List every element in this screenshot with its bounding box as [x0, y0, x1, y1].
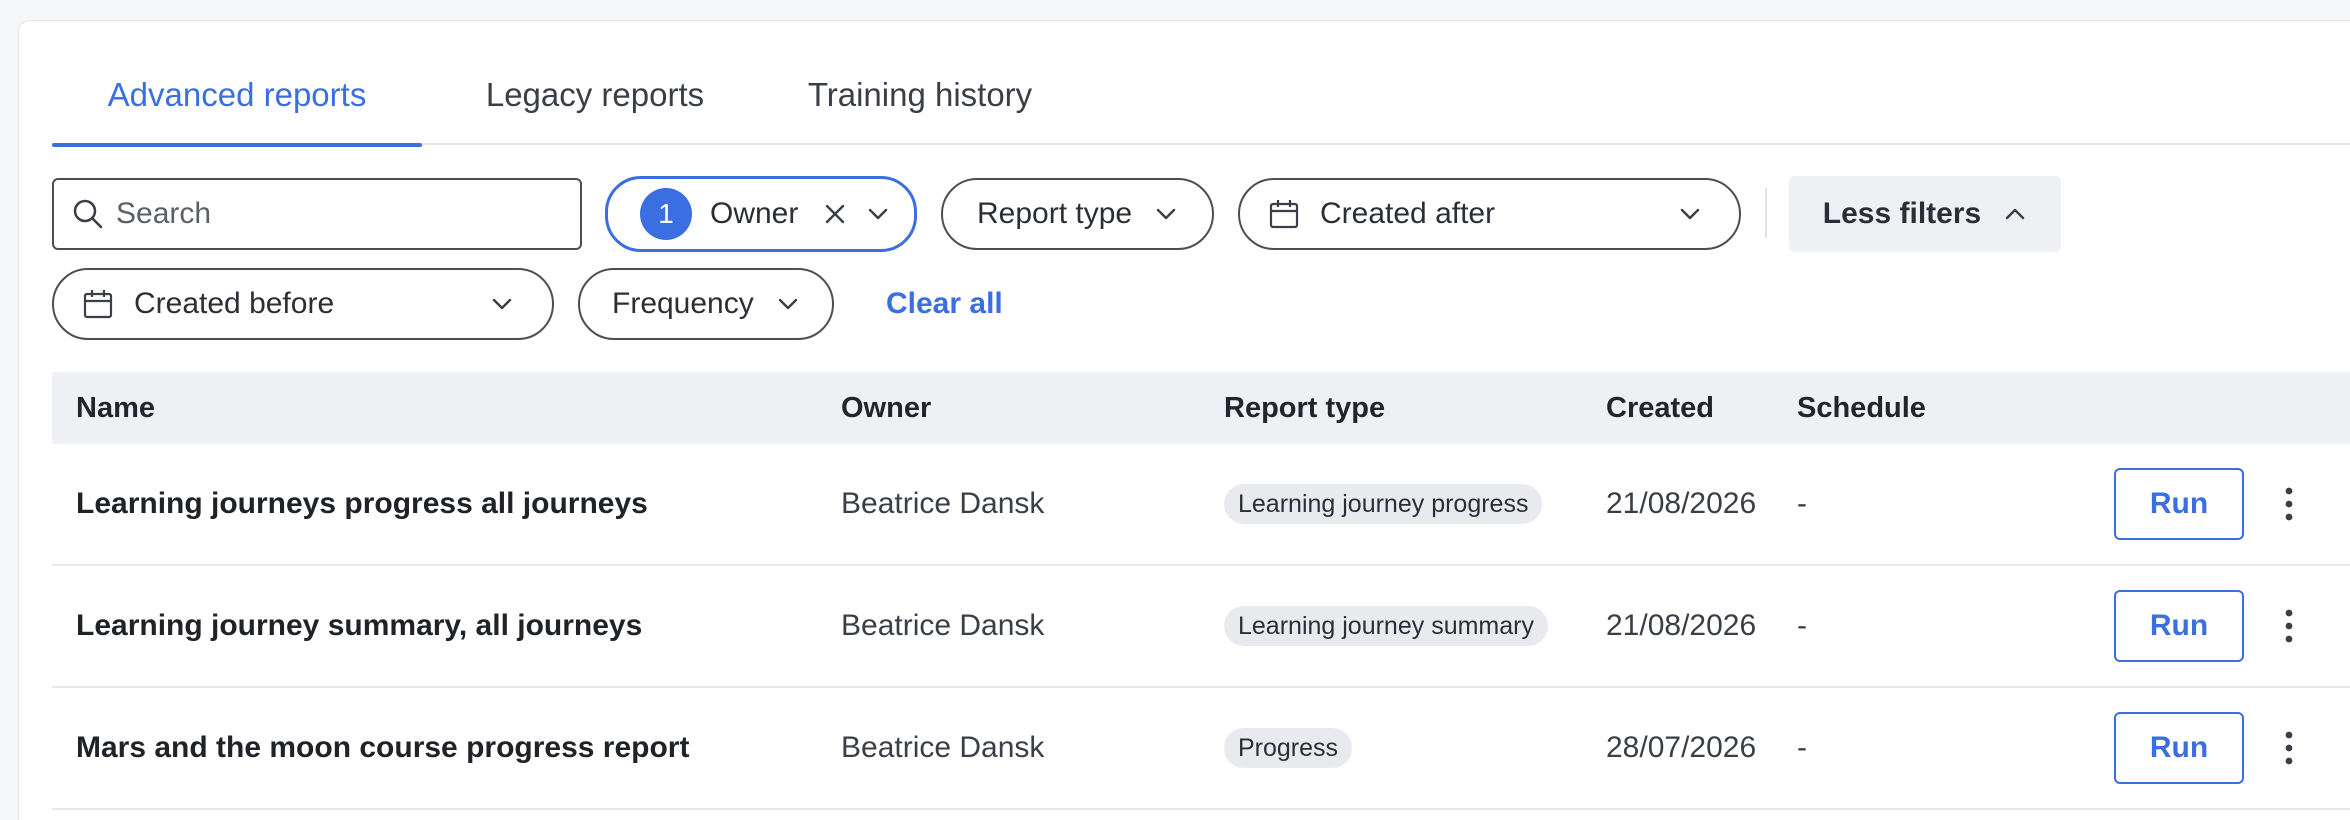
- report-created-date: 21/08/2026: [1606, 609, 1757, 642]
- report-schedule: -: [1797, 609, 1807, 642]
- clear-owner-filter-icon[interactable]: [824, 203, 846, 225]
- owner-filter[interactable]: 1 Owner: [605, 176, 917, 252]
- chevron-up-icon: [2003, 202, 2027, 226]
- search-input[interactable]: [116, 197, 556, 231]
- report-name[interactable]: Learning journeys progress all journeys: [76, 444, 648, 564]
- report-owner: Beatrice Dansk: [841, 731, 1045, 764]
- column-header-report-type[interactable]: Report type: [1224, 372, 1385, 444]
- chevron-down-icon: [866, 202, 890, 226]
- report-created-date: 21/08/2026: [1606, 487, 1757, 520]
- table-row: Learning journeys progress all journeys …: [52, 444, 2350, 566]
- report-type-tag: Learning journey progress: [1224, 484, 1543, 524]
- report-type-filter-label: Report type: [977, 197, 1133, 230]
- created-before-filter[interactable]: Created before: [52, 268, 554, 340]
- run-button[interactable]: Run: [2114, 590, 2244, 662]
- less-filters-button[interactable]: Less filters: [1789, 176, 2061, 252]
- column-header-owner[interactable]: Owner: [841, 372, 931, 444]
- report-type-filter[interactable]: Report type: [941, 178, 1214, 250]
- report-tabs: Advanced reports Legacy reports Training…: [52, 60, 2350, 147]
- report-name[interactable]: Learning journey summary, all journeys: [76, 566, 642, 686]
- table-row: Mars and the moon course progress report…: [52, 688, 2350, 810]
- report-owner: Beatrice Dansk: [841, 609, 1045, 642]
- created-after-filter-label: Created after: [1320, 197, 1496, 230]
- column-header-created[interactable]: Created: [1606, 372, 1714, 444]
- owner-filter-label: Owner: [710, 197, 799, 230]
- report-name[interactable]: Mars and the moon course progress report: [76, 688, 689, 808]
- calendar-icon: [82, 288, 114, 320]
- tab-advanced-reports[interactable]: Advanced reports: [52, 60, 422, 147]
- search-icon: [72, 198, 104, 230]
- chevron-down-icon: [1678, 202, 1702, 226]
- created-before-filter-label: Created before: [134, 287, 335, 320]
- less-filters-label: Less filters: [1822, 197, 1982, 230]
- column-header-name[interactable]: Name: [76, 372, 155, 444]
- frequency-filter[interactable]: Frequency: [578, 268, 834, 340]
- filter-divider: [1765, 188, 1767, 238]
- chevron-down-icon: [490, 292, 514, 316]
- more-options-icon[interactable]: [2274, 606, 2304, 646]
- report-type-tag: Learning journey summary: [1224, 606, 1548, 646]
- report-type-tag: Progress: [1224, 728, 1353, 768]
- table-header: Name Owner Report type Created Schedule: [52, 372, 2350, 444]
- clear-all-link[interactable]: Clear all: [886, 286, 1003, 322]
- search-box: [52, 178, 582, 250]
- report-owner: Beatrice Dansk: [841, 487, 1045, 520]
- tab-legacy-reports[interactable]: Legacy reports: [470, 60, 720, 145]
- tab-training-history[interactable]: Training history: [790, 60, 1050, 145]
- calendar-icon: [1268, 198, 1300, 230]
- frequency-filter-label: Frequency: [612, 287, 754, 320]
- report-schedule: -: [1797, 487, 1807, 520]
- report-schedule: -: [1797, 731, 1807, 764]
- more-options-icon[interactable]: [2274, 484, 2304, 524]
- column-header-schedule[interactable]: Schedule: [1797, 372, 1926, 444]
- report-created-date: 28/07/2026: [1606, 731, 1757, 764]
- chevron-down-icon: [1154, 202, 1178, 226]
- run-button[interactable]: Run: [2114, 712, 2244, 784]
- run-button[interactable]: Run: [2114, 468, 2244, 540]
- chevron-down-icon: [776, 292, 800, 316]
- created-after-filter[interactable]: Created after: [1238, 178, 1741, 250]
- table-row: Learning journey summary, all journeys B…: [52, 566, 2350, 688]
- more-options-icon[interactable]: [2274, 728, 2304, 768]
- owner-filter-count-badge: 1: [640, 188, 692, 240]
